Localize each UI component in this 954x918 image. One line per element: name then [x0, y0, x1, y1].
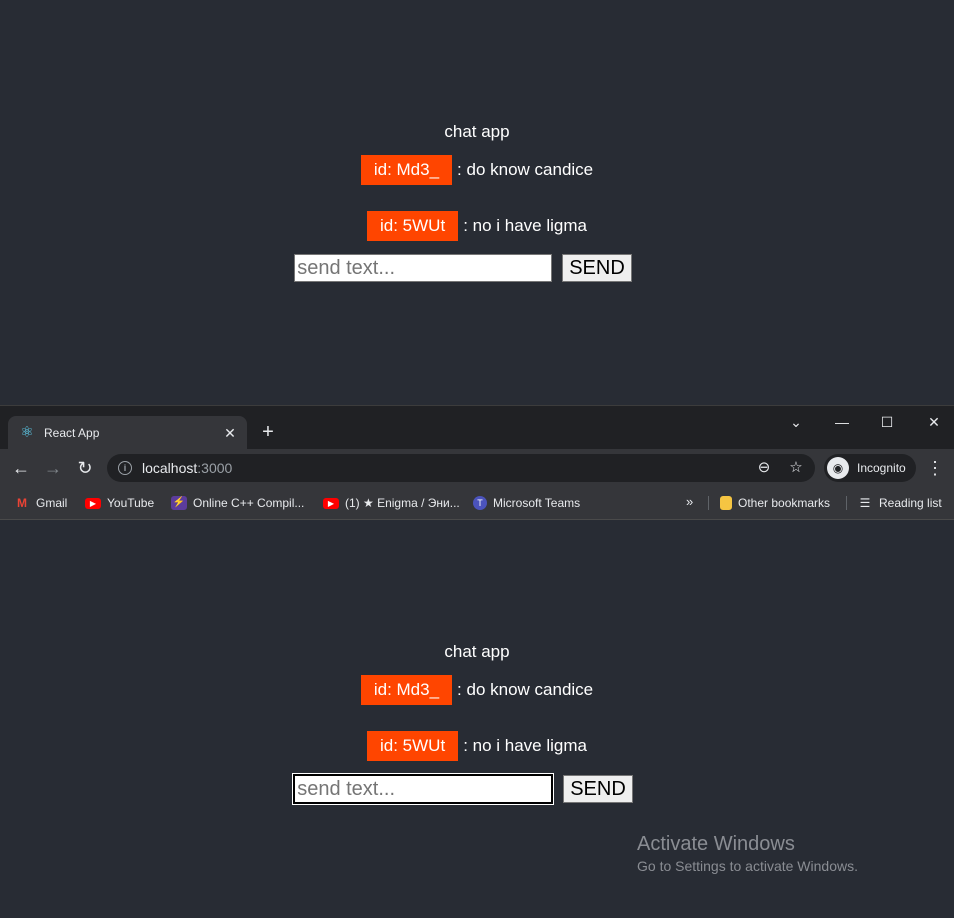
- new-tab-button[interactable]: +: [258, 422, 278, 442]
- message-text: : no i have ligma: [463, 736, 587, 755]
- message-row: id: Md3_ : do know candice: [0, 155, 954, 185]
- send-form: SEND: [0, 254, 954, 282]
- close-icon[interactable]: ✕: [222, 425, 238, 441]
- back-icon[interactable]: ←: [11, 458, 31, 478]
- folder-icon: [720, 496, 732, 510]
- bookmark-divider: [708, 496, 709, 510]
- bookmark-label: Microsoft Teams: [493, 496, 581, 510]
- teams-icon: T: [473, 496, 487, 510]
- tab-react-app[interactable]: ⚛ React App ✕: [8, 416, 247, 450]
- app-pane-top: chat app id: Md3_ : do know candice id: …: [0, 0, 954, 405]
- message-id-badge: id: Md3_: [360, 675, 453, 705]
- message-row: id: 5WUt : no i have ligma: [0, 211, 954, 241]
- app-title: chat app: [444, 122, 510, 141]
- message-id-badge: id: 5WUt: [367, 731, 459, 761]
- gmail-icon: M: [17, 496, 27, 510]
- reload-icon[interactable]: ↻: [75, 458, 95, 478]
- maximize-button[interactable]: ☐: [872, 412, 902, 432]
- star-icon[interactable]: ☆: [786, 458, 806, 478]
- bookmark-enigma[interactable]: ▶ (1) ★ Enigma / Эни...: [323, 494, 460, 512]
- incognito-icon: ◉: [827, 457, 849, 479]
- bookmark-divider: [846, 496, 847, 510]
- incognito-label: Incognito: [857, 461, 906, 475]
- message-row: id: Md3_ : do know candice: [0, 675, 954, 705]
- bookmark-label: Online C++ Compil...: [193, 496, 305, 510]
- bookmark-label: YouTube: [107, 496, 155, 510]
- forward-icon[interactable]: →: [43, 458, 63, 478]
- bookmark-teams[interactable]: T Microsoft Teams: [473, 494, 580, 512]
- tab-strip: ⚛ React App ✕ + ⌄ — ☐ ✕: [0, 406, 954, 450]
- browser-toolbar: ← → ↻ i localhost:3000 ⊖ ☆ ◉ Incognito ⋮: [0, 449, 954, 487]
- bookmark-gmail[interactable]: M Gmail: [14, 494, 67, 512]
- react-icon: ⚛: [20, 424, 34, 441]
- minimize-button[interactable]: —: [827, 412, 857, 432]
- browser-chrome: ⚛ React App ✕ + ⌄ — ☐ ✕ ← → ↻ i localhos…: [0, 405, 954, 520]
- message-input[interactable]: [294, 254, 553, 282]
- url-port: :3000: [197, 460, 233, 476]
- activation-watermark: Activate Windows Go to Settings to activ…: [637, 833, 858, 874]
- url-host: localhost: [142, 460, 198, 476]
- tab-title: React App: [44, 426, 100, 440]
- message-row: id: 5WUt : no i have ligma: [0, 731, 954, 761]
- send-button[interactable]: SEND: [563, 775, 633, 803]
- zoom-icon[interactable]: ⊖: [754, 458, 774, 478]
- info-icon[interactable]: i: [118, 461, 132, 475]
- reading-list[interactable]: ☰ Reading list: [857, 494, 942, 512]
- bookmark-other[interactable]: Other bookmarks: [720, 494, 830, 512]
- message-text: : no i have ligma: [463, 216, 587, 235]
- send-form: SEND: [0, 773, 954, 805]
- compiler-icon: ⚡: [171, 496, 187, 510]
- reading-list-icon: ☰: [859, 496, 871, 510]
- bookmarks-bar: M Gmail ▶ YouTube ⚡ Online C++ Compil...…: [0, 487, 954, 520]
- app-title: chat app: [444, 642, 510, 661]
- message-text: : do know candice: [457, 160, 594, 179]
- menu-icon[interactable]: ⋮: [926, 458, 944, 478]
- bookmark-label: Reading list: [879, 496, 942, 510]
- tab-search-icon[interactable]: ⌄: [781, 412, 811, 432]
- message-input[interactable]: [292, 773, 555, 805]
- send-button[interactable]: SEND: [562, 254, 632, 282]
- bookmark-label: Other bookmarks: [738, 496, 831, 510]
- close-window-button[interactable]: ✕: [919, 412, 949, 432]
- bookmark-label: (1) ★ Enigma / Эни...: [345, 496, 460, 510]
- youtube-icon: ▶: [323, 497, 339, 509]
- bookmark-youtube[interactable]: ▶ YouTube: [85, 494, 154, 512]
- bookmark-label: Gmail: [36, 496, 68, 510]
- watermark-title: Activate Windows: [637, 833, 795, 855]
- bookmark-compiler[interactable]: ⚡ Online C++ Compil...: [171, 494, 304, 512]
- youtube-icon: ▶: [85, 497, 101, 509]
- message-text: : do know candice: [457, 680, 594, 699]
- more-bookmarks-icon[interactable]: »: [686, 494, 693, 509]
- incognito-button[interactable]: ◉ Incognito: [824, 454, 916, 482]
- address-bar[interactable]: i localhost:3000 ⊖ ☆: [107, 454, 815, 482]
- message-id-badge: id: 5WUt: [367, 211, 459, 241]
- message-id-badge: id: Md3_: [360, 155, 453, 185]
- watermark-subtitle: Go to Settings to activate Windows.: [637, 858, 858, 874]
